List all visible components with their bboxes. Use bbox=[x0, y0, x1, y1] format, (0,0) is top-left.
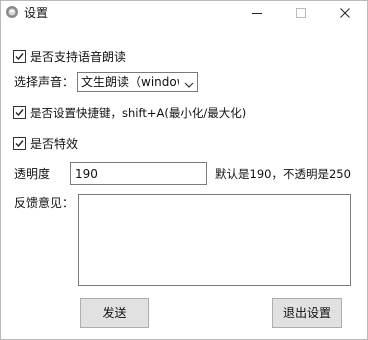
voice-select-label: 选择声音： bbox=[14, 75, 75, 89]
close-button[interactable] bbox=[323, 1, 367, 25]
feedback-textarea[interactable] bbox=[78, 194, 351, 286]
chevron-down-icon bbox=[184, 78, 194, 92]
opacity-hint: 默认是190，不透明是250 bbox=[215, 167, 351, 181]
shortcut-checkbox[interactable] bbox=[13, 106, 26, 119]
voice-read-label: 是否支持语音朗读 bbox=[30, 50, 127, 64]
app-gear-icon bbox=[5, 5, 19, 19]
window-title: 设置 bbox=[24, 6, 49, 20]
exit-settings-button[interactable]: 退出设置 bbox=[272, 298, 342, 328]
settings-window: 设置 是否支持语音朗读 选择声音： 文生朗读（window 是否设置快捷键，sh… bbox=[0, 0, 368, 340]
opacity-input[interactable] bbox=[70, 162, 207, 185]
maximize-button[interactable] bbox=[279, 1, 323, 25]
voice-read-checkbox[interactable] bbox=[13, 50, 26, 63]
opacity-label: 透明度 bbox=[14, 167, 51, 181]
effects-label: 是否特效 bbox=[30, 137, 79, 151]
voice-select-value: 文生朗读（window bbox=[81, 75, 179, 89]
title-bar[interactable]: 设置 bbox=[1, 1, 367, 25]
voice-select[interactable]: 文生朗读（window bbox=[77, 72, 198, 92]
send-button[interactable]: 发送 bbox=[80, 298, 149, 328]
shortcut-label: 是否设置快捷键，shift+A(最小化/最大化) bbox=[30, 106, 247, 120]
feedback-label: 反馈意见： bbox=[14, 196, 75, 210]
effects-checkbox[interactable] bbox=[13, 137, 26, 150]
minimize-button[interactable] bbox=[235, 1, 279, 25]
